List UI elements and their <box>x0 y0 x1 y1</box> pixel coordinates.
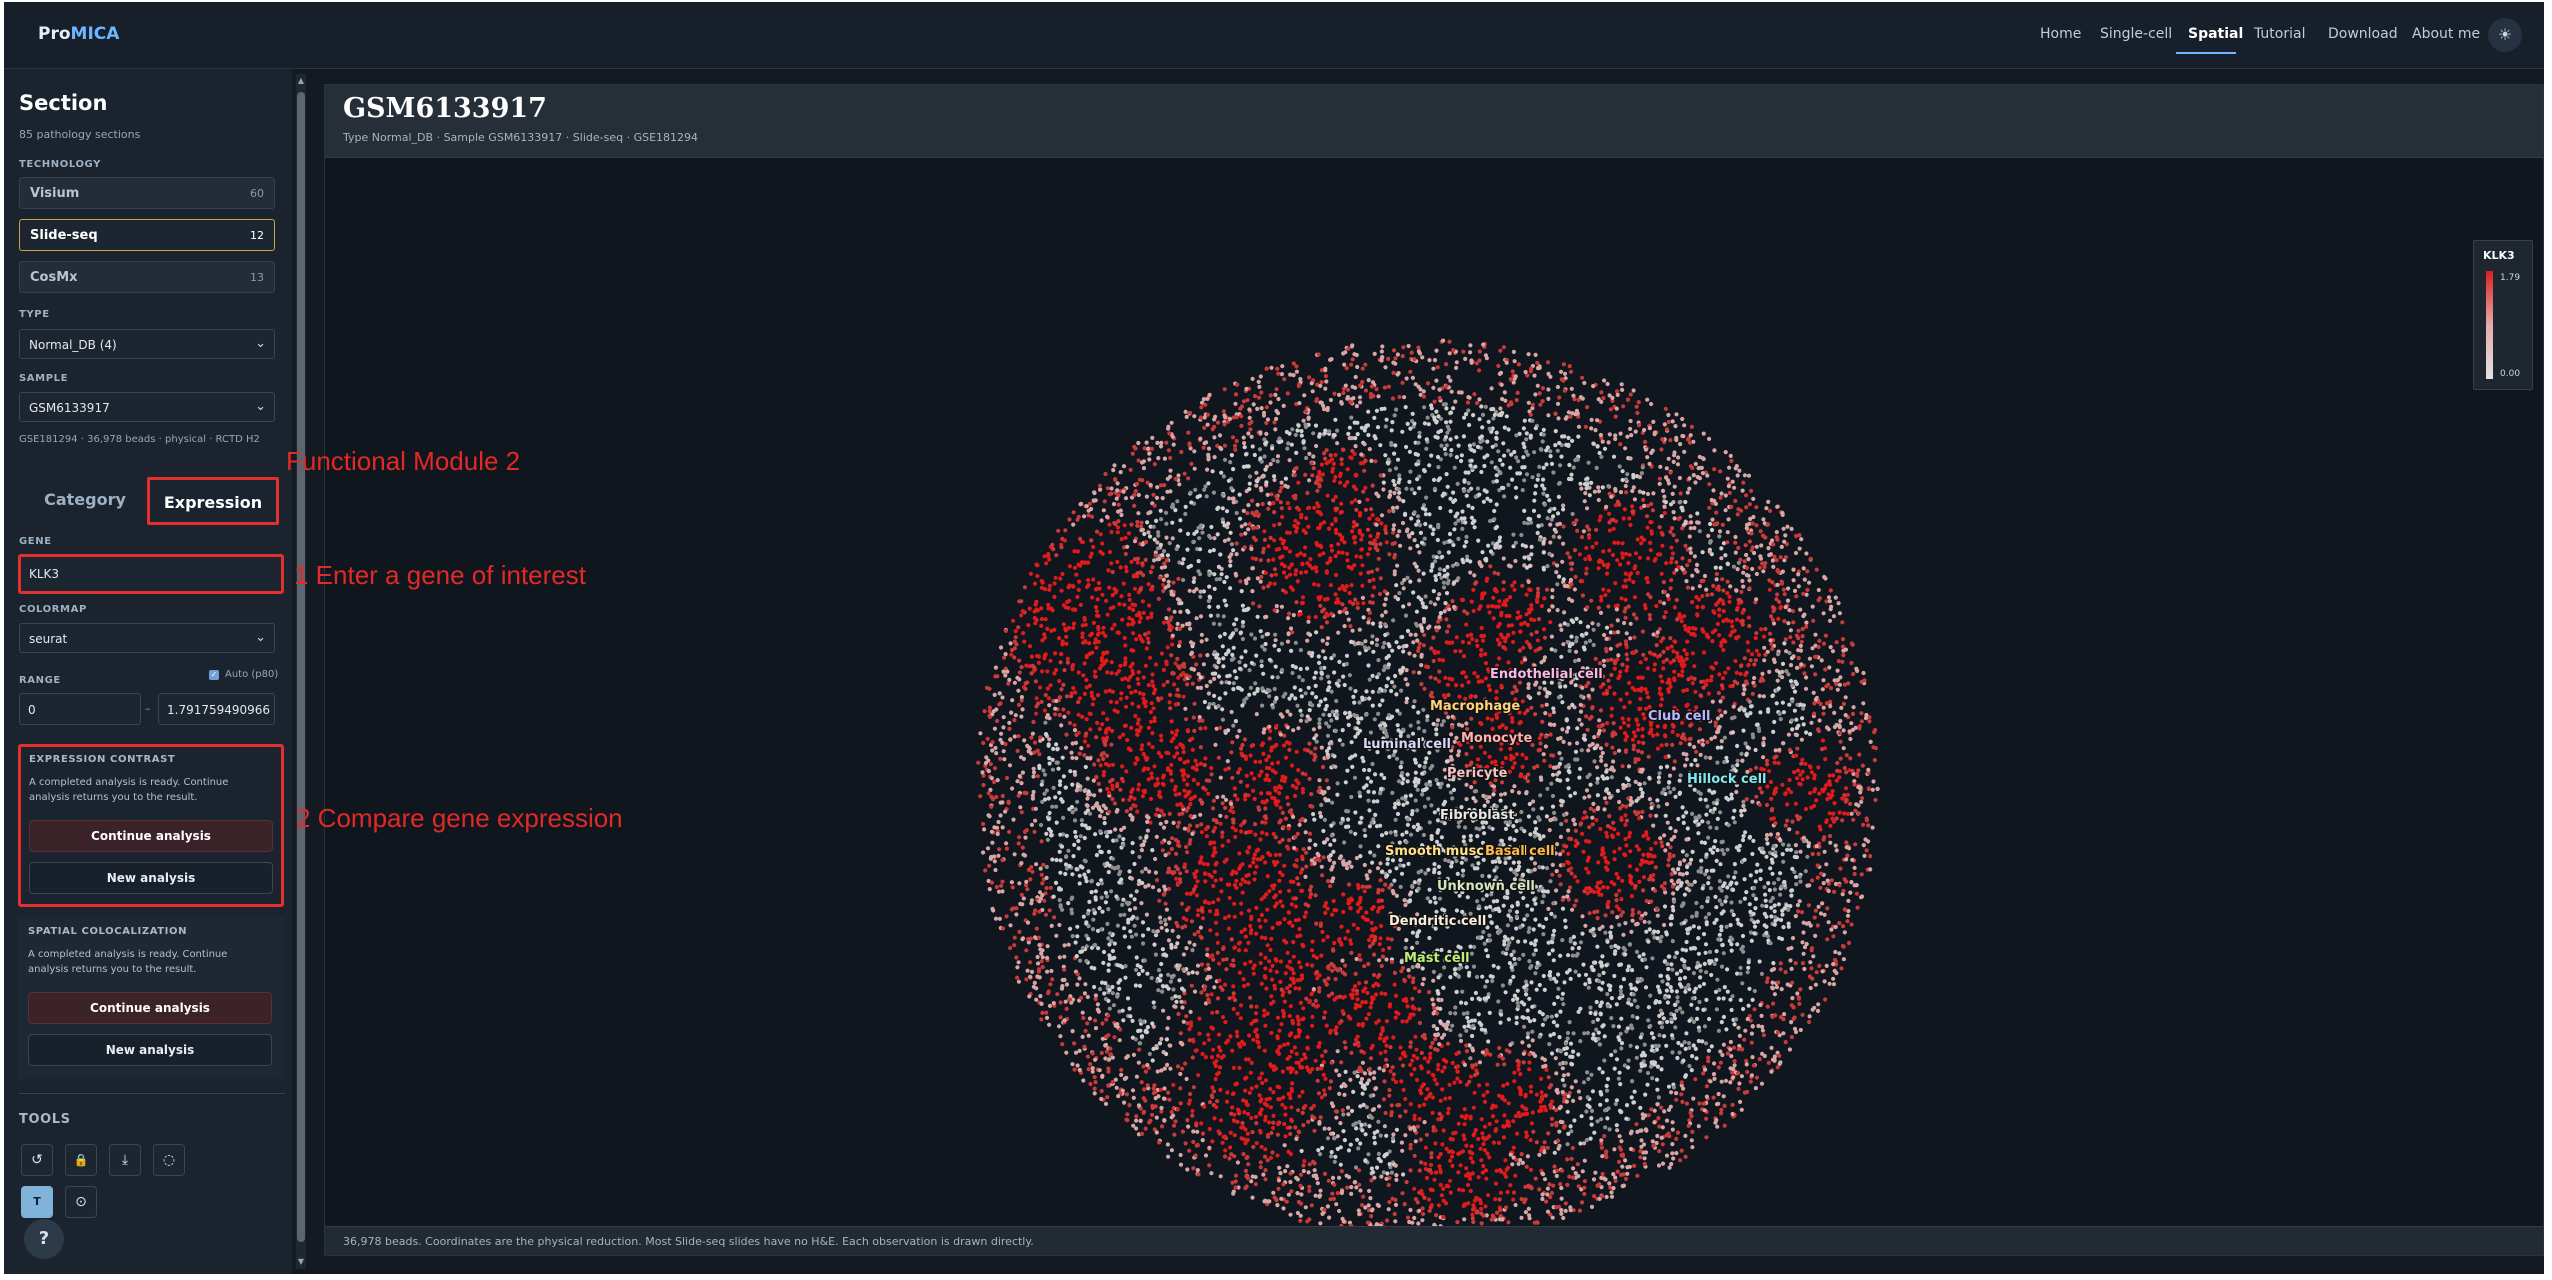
spatial-viewer: GSM6133917 Type Normal_DB · Sample GSM61… <box>324 84 2544 1256</box>
colormap-label: COLORMAP <box>19 604 87 615</box>
page-subtitle: Type Normal_DB · Sample GSM6133917 · Sli… <box>343 131 699 144</box>
tools-label: TOOLS <box>19 1112 71 1127</box>
legend-gene: KLK3 <box>2483 249 2515 262</box>
range-max-input[interactable]: 1.791759490966 <box>158 693 275 725</box>
spatial-plot[interactable]: Endothelial cell Macrophage Club cell Lumin… <box>325 158 2543 1228</box>
technology-item-visium[interactable]: Visium 60 <box>19 177 275 209</box>
spatial-colocalization-panel: SPATIAL COLOCALIZATION A completed analy… <box>18 917 284 1079</box>
range-label: RANGE <box>19 675 61 686</box>
download-button[interactable]: ⤓ <box>109 1144 141 1176</box>
cell-type-label: Fibroblast <box>1440 808 1514 823</box>
viewer-header: GSM6133917 Type Normal_DB · Sample GSM61… <box>325 85 2543 158</box>
nav-active-indicator <box>2176 52 2236 54</box>
cell-type-label: Unknown cell <box>1437 879 1535 894</box>
cell-type-label: Dendritic cell <box>1389 914 1486 929</box>
range-min-input[interactable]: 0 <box>19 693 141 725</box>
help-button[interactable]: ? <box>24 1219 64 1259</box>
viewer-footer: 36,978 beads. Coordinates are the physic… <box>325 1226 2543 1255</box>
expression-contrast-panel: EXPRESSION CONTRAST A completed analysis… <box>18 744 284 907</box>
contrast-new-button[interactable]: New analysis <box>29 862 273 894</box>
sidebar: Section 85 pathology sections TECHNOLOGY… <box>4 69 292 1274</box>
coloc-continue-button[interactable]: Continue analysis <box>28 992 272 1024</box>
sample-info: GSE181294 · 36,978 beads · physical · RC… <box>19 434 260 445</box>
annotation-step1: 1 Enter a gene of interest <box>294 560 586 590</box>
cell-type-label: Club cell <box>1648 709 1711 724</box>
technology-item-slide-seq[interactable]: Slide-seq 12 <box>19 219 275 251</box>
download-icon: ⤓ <box>121 1152 129 1168</box>
cell-type-label: Endothelial cell <box>1490 667 1603 682</box>
bead-scatter[interactable]: Endothelial cell Macrophage Club cell Lumin… <box>325 158 2543 1228</box>
cell-type-label: Pericyte <box>1447 766 1508 781</box>
page-title: GSM6133917 <box>343 93 547 124</box>
section-title: Section <box>19 91 108 115</box>
target-icon: ⊙ <box>75 1194 87 1210</box>
annotation-module: Functional Module 2 <box>286 446 521 476</box>
chevron-down-icon: ⌄ <box>255 336 266 351</box>
auto-range-label: Auto (p80) <box>225 669 279 680</box>
sample-label: SAMPLE <box>19 373 69 384</box>
type-select[interactable]: Normal_DB (4) ⌄ <box>19 329 275 359</box>
tab-category[interactable]: Category <box>19 477 151 525</box>
scroll-down-icon[interactable]: ▼ <box>296 1257 306 1267</box>
app-window: ProMICA Home Single-cell Spatial Tutoria… <box>4 2 2544 1274</box>
section-subtitle: 85 pathology sections <box>19 128 141 141</box>
chevron-down-icon: ⌄ <box>255 630 266 645</box>
technology-item-cosmx[interactable]: CosMx 13 <box>19 261 275 293</box>
reset-view-button[interactable]: ↺ <box>21 1144 53 1176</box>
cell-type-label: Mast cell <box>1404 951 1470 966</box>
lock-button[interactable]: 🔒 <box>65 1144 97 1176</box>
nav-tutorial[interactable]: Tutorial <box>2254 26 2305 42</box>
divider <box>19 1093 285 1094</box>
cell-type-label: Luminal cell <box>1363 737 1451 752</box>
cell-type-label: Hillock cell <box>1687 772 1767 787</box>
theme-toggle-button[interactable]: ☀ <box>2488 18 2522 52</box>
reset-icon: ↺ <box>31 1152 43 1168</box>
type-label: TYPE <box>19 309 50 320</box>
gene-input[interactable]: KLK3 <box>18 554 284 594</box>
lock-icon: 🔒 <box>73 1153 89 1167</box>
range-separator: – <box>145 702 151 715</box>
colormap-select[interactable]: seurat ⌄ <box>19 623 275 653</box>
technology-label: TECHNOLOGY <box>19 159 101 170</box>
brand-logo[interactable]: ProMICA <box>38 24 119 44</box>
cell-type-label: Basal cell <box>1485 844 1555 859</box>
nav-about-me[interactable]: About me <box>2412 26 2480 42</box>
annotation-step2: 2 Compare gene expression <box>296 803 623 833</box>
text-toggle-button[interactable]: T <box>21 1186 53 1218</box>
nav-download[interactable]: Download <box>2328 26 2398 42</box>
auto-range-checkbox[interactable]: ✓ <box>209 670 219 680</box>
legend-min: 0.00 <box>2500 369 2521 379</box>
sample-select[interactable]: GSM6133917 ⌄ <box>19 392 275 422</box>
lasso-button[interactable]: ◌ <box>153 1144 185 1176</box>
cell-type-label: Macrophage <box>1430 699 1520 714</box>
sun-icon: ☀ <box>2497 25 2513 44</box>
text-toggle-icon: T <box>33 1195 41 1208</box>
lasso-icon: ◌ <box>162 1152 176 1168</box>
target-button[interactable]: ⊙ <box>65 1186 97 1218</box>
nav-single-cell[interactable]: Single-cell <box>2100 26 2172 42</box>
nav-home[interactable]: Home <box>2040 26 2081 42</box>
cell-type-label: Monocyte <box>1461 731 1532 746</box>
scroll-up-icon[interactable]: ▲ <box>296 76 306 86</box>
contrast-continue-button[interactable]: Continue analysis <box>29 820 273 852</box>
gene-label: GENE <box>19 536 52 547</box>
coloc-new-button[interactable]: New analysis <box>28 1034 272 1066</box>
top-navbar: ProMICA Home Single-cell Spatial Tutoria… <box>4 2 2544 69</box>
chevron-down-icon: ⌄ <box>255 399 266 414</box>
tab-expression[interactable]: Expression <box>147 477 279 525</box>
help-icon: ? <box>38 1228 50 1249</box>
nav-spatial[interactable]: Spatial <box>2188 26 2243 42</box>
sidebar-scrollbar[interactable]: ▲ ▼ <box>296 74 306 1269</box>
legend-colorbar <box>2486 271 2493 379</box>
legend-max: 1.79 <box>2500 273 2521 283</box>
scrollbar-thumb[interactable] <box>297 92 305 1242</box>
color-legend: KLK3 1.79 0.00 <box>2473 240 2533 390</box>
